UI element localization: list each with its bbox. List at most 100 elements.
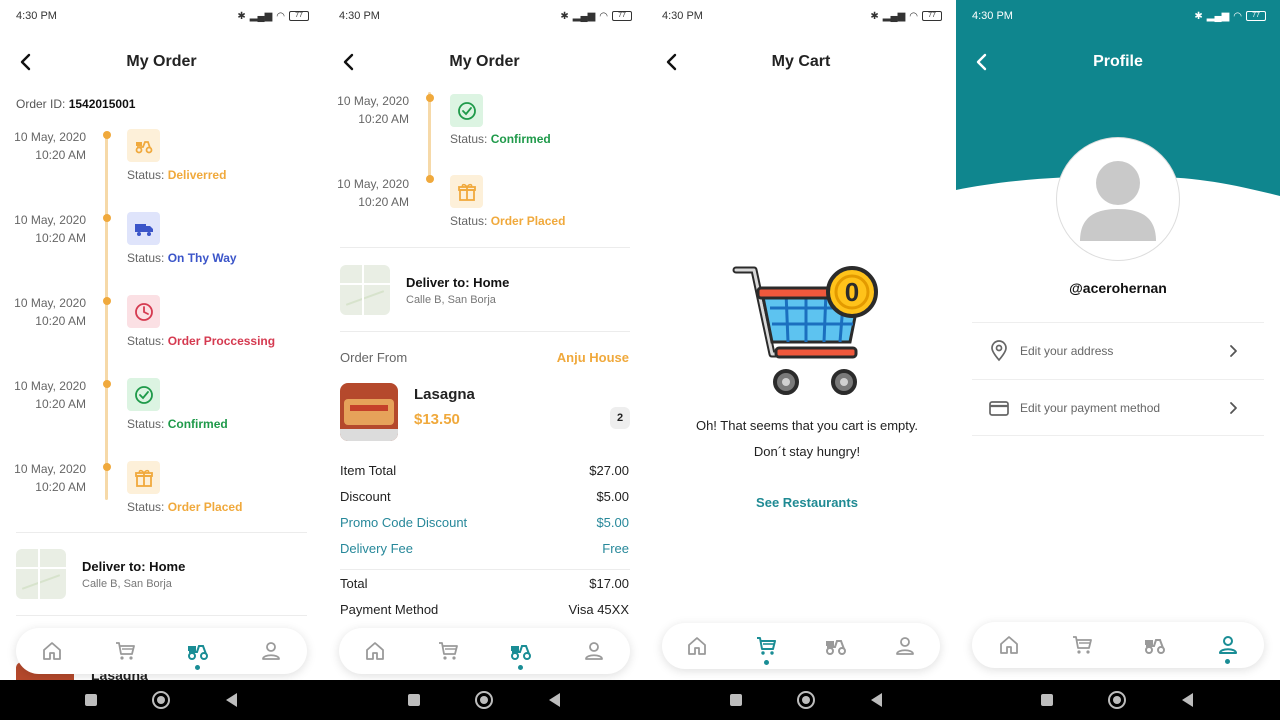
clock-icon — [127, 295, 160, 328]
bottom-nav — [16, 628, 307, 674]
back-arrow-icon[interactable] — [972, 52, 992, 72]
signal-icon: ▂▄▆ — [249, 10, 273, 22]
nav-orders[interactable] — [1135, 625, 1175, 665]
timeline-row: 10 May, 2020 10:20 AM Status: Confirmed — [0, 377, 323, 447]
bottom-nav — [339, 628, 630, 674]
bluetooth-icon: ✱ — [237, 10, 246, 22]
divider — [16, 532, 307, 533]
nav-orders[interactable] — [178, 631, 218, 671]
scooter-icon — [510, 645, 531, 660]
recents-button[interactable] — [730, 694, 742, 706]
nav-orders[interactable] — [816, 626, 856, 666]
home-icon — [43, 642, 62, 660]
scooter-icon — [187, 645, 208, 660]
deliver-title: Deliver to: Home — [406, 274, 510, 290]
home-button[interactable] — [797, 691, 815, 709]
wifi-icon: ◠ — [276, 10, 285, 22]
home-button[interactable] — [475, 691, 493, 709]
order-item: Lasagna $13.50 2 — [340, 383, 630, 441]
timeline-row: 10 May, 2020 10:20 AM Status: Order Place… — [323, 175, 646, 245]
restaurant-name[interactable]: Anju House — [557, 350, 629, 365]
battery-icon: 77 — [922, 11, 942, 21]
edit-address-row[interactable]: Edit your address — [972, 322, 1264, 379]
total-row: Total $17.00 — [340, 576, 629, 591]
signal-icon: ▂▄▆ — [572, 10, 596, 22]
timeline-date: 10 May, 2020 10:20 AM — [14, 130, 86, 162]
user-silhouette-icon — [1080, 161, 1156, 241]
status-time: 4:30 PM — [972, 10, 1013, 22]
home-button[interactable] — [152, 691, 170, 709]
status-bar: 4:30 PM ✱ ▂▄▆ ◠ 77 — [323, 0, 646, 32]
edit-payment-row[interactable]: Edit your payment method — [972, 379, 1264, 436]
active-indicator — [763, 660, 769, 665]
back-button[interactable] — [549, 693, 561, 707]
status-icons: ✱ ▂▄▆ ◠ 77 — [1194, 11, 1266, 22]
back-button[interactable] — [871, 693, 883, 707]
summary-row: Discount $5.00 — [340, 489, 629, 504]
order-id-value: 1542015001 — [68, 97, 136, 111]
divider — [16, 615, 307, 616]
scooter-icon — [127, 129, 160, 162]
nav-home[interactable] — [989, 625, 1029, 665]
see-restaurants-link[interactable]: See Restaurants — [646, 495, 956, 510]
credit-card-icon — [989, 400, 1009, 416]
status-icons: ✱ ▂▄▆ ◠ 77 — [237, 11, 309, 22]
back-button[interactable] — [226, 693, 238, 707]
timeline-dot — [103, 214, 111, 222]
item-quantity: 2 — [610, 407, 630, 429]
timeline-dot — [103, 463, 111, 471]
check-circle-icon — [127, 378, 160, 411]
back-arrow-icon[interactable] — [16, 52, 36, 72]
profile-screen: 4:30 PM ✱ ▂▄▆ ◠ 77 Profile @acerohernan … — [956, 0, 1280, 680]
nav-cart[interactable] — [1062, 625, 1102, 665]
lasagna-image — [340, 383, 398, 441]
active-indicator — [518, 665, 524, 670]
battery-icon: 77 — [289, 11, 309, 21]
battery-icon: 77 — [1246, 11, 1266, 21]
nav-profile[interactable] — [574, 631, 614, 671]
nav-profile[interactable] — [251, 631, 291, 671]
order-from-label: Order From — [340, 350, 408, 365]
nav-orders[interactable] — [501, 631, 541, 671]
recents-button[interactable] — [408, 694, 420, 706]
signal-icon: ▂▄▆ — [1206, 10, 1230, 22]
recents-button[interactable] — [85, 694, 97, 706]
cart-icon — [757, 637, 777, 655]
back-arrow-icon[interactable] — [339, 52, 359, 72]
app-header: My Order — [0, 44, 323, 80]
edit-address-label: Edit your address — [1020, 344, 1114, 358]
nav-home[interactable] — [32, 631, 72, 671]
order-id: Order ID: 1542015001 — [16, 97, 135, 111]
deliver-to-section[interactable]: Deliver to: Home Calle B, San Borja — [340, 265, 509, 315]
scooter-icon — [825, 640, 846, 655]
nav-profile[interactable] — [885, 626, 925, 666]
divider — [340, 569, 630, 570]
timeline-status: Status: On Thy Way — [127, 251, 237, 265]
cart-screen: 4:30 PM ✱ ▂▄▆ ◠ 77 My Cart 0 Oh! That se… — [646, 0, 956, 680]
system-nav-bar — [0, 680, 1280, 720]
timeline-status: Status: Confirmed — [127, 417, 228, 431]
order-id-label: Order ID: — [16, 97, 66, 111]
page-title: My Order — [449, 53, 520, 70]
nav-cart[interactable] — [746, 626, 786, 666]
home-button[interactable] — [1108, 691, 1126, 709]
recents-button[interactable] — [1041, 694, 1053, 706]
username: @acerohernan — [1069, 280, 1167, 296]
nav-home[interactable] — [677, 626, 717, 666]
nav-home[interactable] — [355, 631, 395, 671]
deliver-to-section[interactable]: Deliver to: Home Calle B, San Borja — [16, 549, 185, 599]
back-arrow-icon[interactable] — [662, 52, 682, 72]
nav-cart[interactable] — [105, 631, 145, 671]
home-icon — [999, 636, 1018, 654]
signal-icon: ▂▄▆ — [882, 10, 906, 22]
nav-profile[interactable] — [1208, 625, 1248, 665]
status-time: 4:30 PM — [339, 10, 380, 22]
deliver-address: Calle B, San Borja — [82, 577, 172, 590]
empty-message-line2: Don´t stay hungry! — [753, 444, 861, 459]
home-icon — [687, 637, 706, 655]
nav-cart[interactable] — [428, 631, 468, 671]
avatar[interactable] — [1056, 137, 1180, 261]
back-button[interactable] — [1182, 693, 1194, 707]
check-circle-icon — [450, 94, 483, 127]
divider — [340, 331, 630, 332]
